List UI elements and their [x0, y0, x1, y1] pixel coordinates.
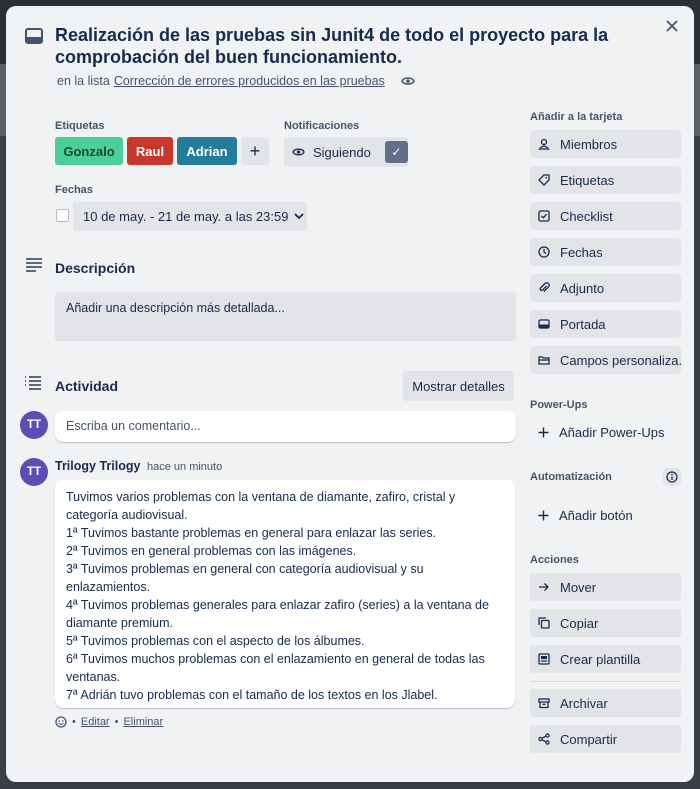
- delete-link[interactable]: Eliminar: [123, 716, 163, 728]
- automation-heading: Automatización: [530, 471, 612, 483]
- members-label: Miembros: [560, 136, 618, 152]
- share-button[interactable]: Compartir: [530, 725, 681, 753]
- members-button[interactable]: Miembros: [530, 130, 681, 158]
- copy-button[interactable]: Copiar: [530, 609, 681, 637]
- card-title[interactable]: Realización de las pruebas sin Junit4 de…: [55, 24, 615, 68]
- comment-line: 3ª Tuvimos problemas en general con cate…: [66, 562, 424, 594]
- add-button-button[interactable]: Añadir botón: [530, 501, 681, 529]
- custom-fields-button[interactable]: Campos personaliza...: [530, 346, 681, 374]
- arrow-right-icon: [538, 581, 550, 593]
- powerups-heading: Power-Ups: [530, 399, 588, 411]
- checklist-button[interactable]: Checklist: [530, 202, 681, 230]
- labels-button[interactable]: Etiquetas: [530, 166, 681, 194]
- list-prefix: en la lista: [57, 74, 110, 88]
- attachment-button[interactable]: Adjunto: [530, 274, 681, 302]
- add-button-label: Añadir botón: [559, 507, 633, 523]
- label-adrian[interactable]: Adrian: [177, 137, 237, 165]
- chevron-down-icon: [294, 213, 305, 220]
- comment-author[interactable]: Trilogy Trilogy: [55, 459, 140, 473]
- notifications-heading: Notificaciones: [284, 120, 360, 132]
- activity-heading: Actividad: [55, 378, 119, 394]
- description-heading: Descripción: [55, 260, 136, 276]
- share-icon: [538, 733, 550, 745]
- clock-icon: [538, 246, 550, 258]
- plus-icon: [538, 510, 549, 521]
- eye-icon[interactable]: [400, 76, 415, 86]
- comment-line: 6ª Tuvimos muchos problemas con el enlaz…: [66, 652, 485, 684]
- actions-heading: Acciones: [530, 554, 579, 566]
- follow-label: Siguiendo: [313, 144, 371, 160]
- eye-icon: [292, 147, 305, 157]
- comment-input[interactable]: Escriba un comentario...: [55, 411, 516, 442]
- actions-divider: [530, 681, 681, 682]
- dates-value: 10 de may. - 21 de may. a las 23:59: [83, 209, 289, 224]
- separator: •: [114, 716, 119, 728]
- show-details-button[interactable]: Mostrar detalles: [403, 371, 514, 401]
- comment-body: Tuvimos varios problemas con la ventana …: [55, 480, 515, 708]
- copy-icon: [538, 617, 550, 629]
- dates-button[interactable]: 10 de may. - 21 de may. a las 23:59: [73, 202, 307, 231]
- close-icon[interactable]: [660, 14, 684, 38]
- comment-line: Tuvimos varios problemas con la ventana …: [66, 490, 456, 522]
- dates-sidebar-button[interactable]: Fechas: [530, 238, 681, 266]
- move-label: Mover: [560, 579, 597, 595]
- edit-link[interactable]: Editar: [81, 716, 110, 728]
- list-link[interactable]: Corrección de errores producidos en las …: [114, 74, 385, 88]
- comment-line: 2ª Tuvimos en general problemas con las …: [66, 544, 357, 558]
- description-input[interactable]: Añadir una descripción más detallada...: [55, 292, 516, 341]
- plus-icon: [538, 427, 549, 438]
- tag-icon: [538, 174, 550, 186]
- add-powerups-label: Añadir Power-Ups: [559, 424, 665, 440]
- cover-icon: [538, 318, 550, 330]
- paperclip-icon: [538, 282, 550, 294]
- description-icon: [25, 258, 43, 272]
- dates-sidebar-label: Fechas: [560, 244, 603, 260]
- labels-label: Etiquetas: [560, 172, 615, 188]
- archive-button[interactable]: Archivar: [530, 689, 681, 717]
- label-gonzalo[interactable]: Gonzalo: [55, 137, 123, 165]
- checkbox-icon: [538, 210, 550, 222]
- avatar[interactable]: TT: [20, 411, 48, 439]
- comment-actions: • Editar • Eliminar: [55, 716, 163, 728]
- list-reference: en la lista Corrección de errores produc…: [57, 74, 415, 88]
- custom-fields-label: Campos personaliza...: [560, 352, 681, 368]
- share-label: Compartir: [560, 731, 618, 747]
- comment-line: 5ª Tuvimos problemas con el aspecto de l…: [66, 634, 365, 648]
- info-icon[interactable]: [663, 468, 681, 486]
- comment-line: 1ª Tuvimos bastante problemas en general…: [66, 526, 437, 540]
- fields-icon: [538, 354, 550, 366]
- checklist-label: Checklist: [560, 208, 613, 224]
- add-powerups-button[interactable]: Añadir Power-Ups: [530, 418, 681, 446]
- card-icon: [24, 26, 44, 46]
- move-button[interactable]: Mover: [530, 573, 681, 601]
- person-icon: [538, 138, 550, 150]
- activity-icon: [24, 376, 42, 390]
- label-raul[interactable]: Raul: [127, 137, 173, 165]
- cover-label: Portada: [560, 316, 606, 332]
- comment-time[interactable]: hace un minuto: [147, 461, 222, 473]
- make-template-button[interactable]: Crear plantilla: [530, 645, 681, 673]
- archive-label: Archivar: [560, 695, 608, 711]
- separator: •: [72, 716, 76, 728]
- follow-button[interactable]: Siguiendo ✓: [284, 137, 408, 167]
- archive-icon: [538, 697, 550, 709]
- make-template-label: Crear plantilla: [560, 651, 641, 667]
- copy-label: Copiar: [560, 615, 599, 631]
- comment-line: 4ª Tuvimos problemas generales para enla…: [66, 598, 489, 630]
- emoji-icon[interactable]: [55, 716, 67, 728]
- comment-line: 7ª Adrián tuvo problemas con el tamaño d…: [66, 688, 438, 702]
- dates-heading: Fechas: [55, 184, 93, 196]
- add-to-card-heading: Añadir a la tarjeta: [530, 111, 623, 123]
- cover-button[interactable]: Portada: [530, 310, 681, 338]
- check-icon: ✓: [384, 141, 408, 163]
- labels-heading: Etiquetas: [55, 120, 105, 132]
- card-detail-modal: Realización de las pruebas sin Junit4 de…: [6, 6, 694, 782]
- comment-avatar[interactable]: TT: [20, 458, 48, 486]
- due-date-checkbox[interactable]: [56, 209, 69, 222]
- attachment-label: Adjunto: [560, 280, 605, 296]
- template-icon: [538, 653, 550, 665]
- add-label-button[interactable]: +: [241, 137, 269, 165]
